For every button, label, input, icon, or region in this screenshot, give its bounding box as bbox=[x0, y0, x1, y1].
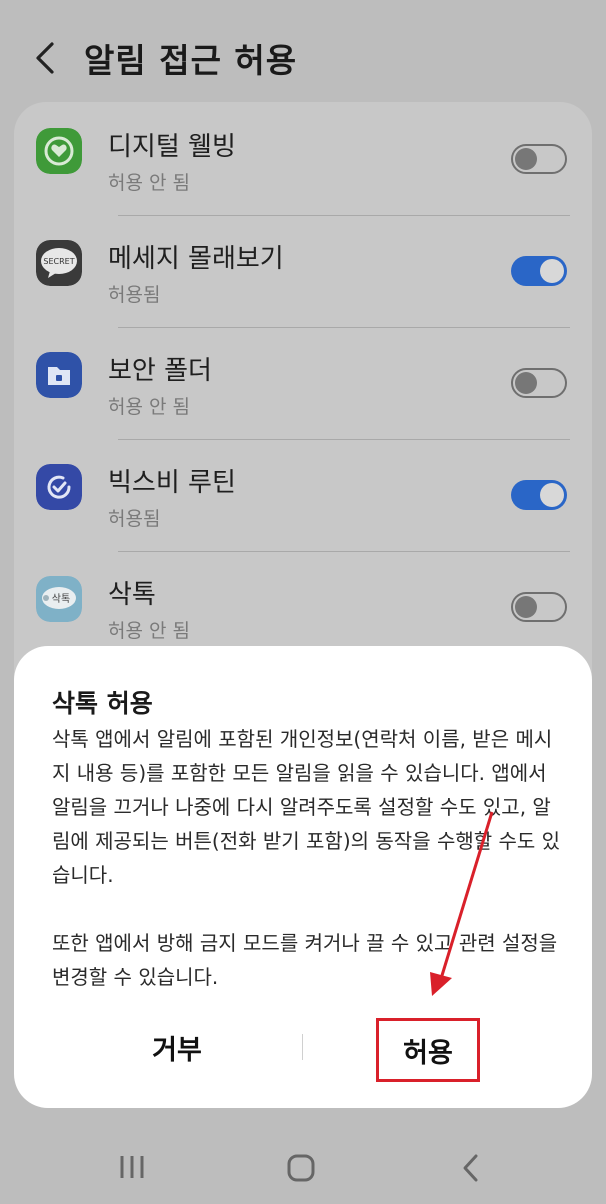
dialog-message: 삭톡 앱에서 알림에 포함된 개인정보(연락처 이름, 받은 메시지 내용 등)… bbox=[52, 727, 561, 989]
app-bar: 알림 접근 허용 bbox=[0, 0, 606, 118]
home-icon[interactable] bbox=[287, 1154, 315, 1182]
deny-button[interactable]: 거부 bbox=[112, 1016, 242, 1078]
dialog-title: 삭톡 허용 bbox=[52, 689, 153, 718]
toggle-knob bbox=[540, 259, 564, 283]
notification-access-toggle[interactable] bbox=[511, 480, 567, 510]
recent-apps-icon[interactable] bbox=[118, 1154, 146, 1180]
notification-access-toggle[interactable] bbox=[511, 592, 567, 622]
allow-button[interactable]: 허용 bbox=[376, 1018, 480, 1082]
button-separator bbox=[302, 1034, 303, 1060]
toggle-knob bbox=[515, 596, 537, 618]
toggle-knob bbox=[515, 148, 537, 170]
app-name: 메세지 몰래보기 bbox=[108, 244, 284, 274]
app-status: 허용됨 bbox=[108, 508, 161, 530]
saktok-icon-label: 삭톡 bbox=[52, 593, 70, 605]
app-name: 빅스비 루틴 bbox=[108, 468, 236, 498]
bixby-routines-icon bbox=[36, 464, 82, 510]
list-item-secure-folder[interactable]: 보안 폴더 허용 안 됨 bbox=[14, 326, 592, 438]
notification-access-toggle[interactable] bbox=[511, 144, 567, 174]
app-status: 허용 안 됨 bbox=[108, 172, 190, 194]
permission-dialog: 삭톡 허용 삭톡 앱에서 알림에 포함된 개인정보(연락처 이름, 받은 메시지… bbox=[14, 646, 592, 1108]
list-item-digital-wellbeing[interactable]: 디지털 웰빙 허용 안 됨 bbox=[14, 102, 592, 214]
back-arrow-icon[interactable] bbox=[30, 38, 64, 78]
toggle-knob bbox=[540, 483, 564, 507]
list-item-bixby-routines[interactable]: 빅스비 루틴 허용됨 bbox=[14, 438, 592, 550]
secret-message-icon: SECRET bbox=[36, 240, 82, 286]
list-item-secret-message[interactable]: SECRET 메세지 몰래보기 허용됨 bbox=[14, 214, 592, 326]
secure-folder-icon bbox=[36, 352, 82, 398]
app-status: 허용됨 bbox=[108, 284, 161, 306]
saktok-icon: 삭톡 bbox=[36, 576, 82, 622]
toggle-knob bbox=[515, 372, 537, 394]
system-nav-bar bbox=[0, 1122, 606, 1204]
app-name: 디지털 웰빙 bbox=[108, 132, 236, 162]
secret-icon-label: SECRET bbox=[43, 257, 74, 266]
back-icon[interactable] bbox=[460, 1152, 482, 1184]
page-title: 알림 접근 허용 bbox=[84, 41, 298, 80]
digital-wellbeing-icon bbox=[36, 128, 82, 174]
app-status: 허용 안 됨 bbox=[108, 620, 190, 642]
app-name: 보안 폴더 bbox=[108, 356, 212, 386]
notification-access-toggle[interactable] bbox=[511, 256, 567, 286]
app-status: 허용 안 됨 bbox=[108, 396, 190, 418]
app-name: 삭톡 bbox=[108, 580, 156, 610]
notification-access-toggle[interactable] bbox=[511, 368, 567, 398]
